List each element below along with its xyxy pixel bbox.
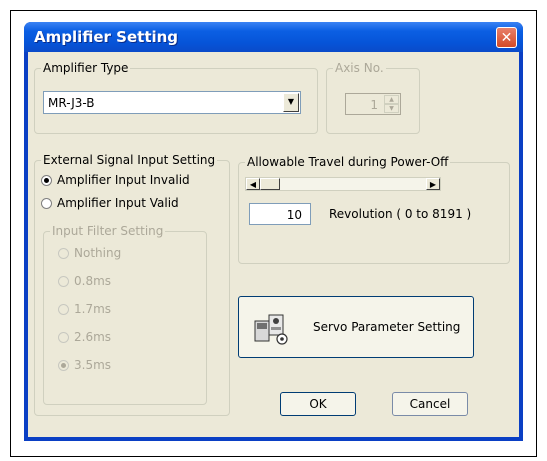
amplifier-type-value: MR-J3-B: [48, 96, 95, 110]
dropdown-button[interactable]: ▼: [283, 93, 299, 112]
dialog-client-area: Amplifier Type MR-J3-B ▼ Axis No. 1 ▲ ▼ …: [28, 52, 519, 437]
radio-amplifier-input-valid[interactable]: Amplifier Input Valid: [41, 196, 179, 210]
external-signal-group: External Signal Input Setting Amplifier …: [34, 153, 230, 416]
radio-label: Amplifier Input Valid: [57, 196, 179, 210]
input-filter-group: Input Filter Setting Nothing 0.8ms 1.7ms…: [43, 224, 207, 405]
radio-filter-1-7ms: 1.7ms: [58, 302, 111, 316]
travel-value-input[interactable]: 10: [249, 203, 311, 225]
servo-parameter-setting-button[interactable]: Servo Parameter Setting: [238, 296, 474, 358]
axis-no-label: Axis No.: [333, 61, 386, 75]
scroll-left-button[interactable]: ◀: [246, 178, 260, 190]
radio-label: 3.5ms: [74, 358, 112, 372]
chevron-left-icon: ◀: [249, 180, 257, 189]
radio-unselected-icon: [58, 275, 69, 287]
revolution-range-label: Revolution ( 0 to 8191 ): [329, 207, 472, 221]
travel-value: 10: [286, 208, 302, 222]
radio-unselected-icon: [58, 247, 69, 259]
radio-filter-3-5ms: 3.5ms: [58, 358, 111, 372]
spin-down-icon: ▼: [384, 104, 399, 113]
spin-up-icon: ▲: [384, 95, 399, 104]
scroll-right-button[interactable]: ▶: [426, 178, 440, 190]
radio-label: 1.7ms: [74, 302, 112, 316]
external-signal-label: External Signal Input Setting: [41, 153, 218, 167]
axis-no-value: 1: [370, 98, 378, 112]
close-button[interactable]: ✕: [496, 27, 517, 48]
allowable-travel-label: Allowable Travel during Power-Off: [245, 155, 451, 169]
radio-filter-nothing: Nothing: [58, 246, 121, 260]
radio-unselected-icon: [41, 197, 52, 209]
amplifier-type-combo[interactable]: MR-J3-B ▼: [43, 91, 301, 114]
chevron-down-icon: ▼: [287, 97, 295, 106]
radio-label: 0.8ms: [74, 274, 112, 288]
ok-button[interactable]: OK: [280, 392, 356, 416]
title-bar[interactable]: Amplifier Setting ✕: [24, 22, 523, 52]
radio-unselected-icon: [58, 331, 69, 343]
allowable-travel-group: Allowable Travel during Power-Off ◀ ▶ 10…: [238, 155, 510, 264]
scroll-thumb[interactable]: [260, 178, 280, 190]
radio-selected-icon: [41, 174, 52, 186]
radio-label: Nothing: [74, 246, 122, 260]
radio-label: 2.6ms: [74, 330, 112, 344]
chevron-right-icon: ▶: [429, 180, 437, 189]
radio-unselected-icon: [58, 303, 69, 315]
radio-selected-icon: [58, 359, 69, 371]
ok-button-label: OK: [309, 397, 327, 411]
axis-no-group: Axis No. 1 ▲ ▼: [326, 61, 420, 134]
radio-label: Amplifier Input Invalid: [57, 173, 190, 187]
radio-amplifier-input-invalid[interactable]: Amplifier Input Invalid: [41, 173, 190, 187]
close-icon: ✕: [500, 30, 513, 46]
amplifier-type-group: Amplifier Type MR-J3-B ▼: [34, 61, 318, 134]
servo-amplifier-icon: [254, 314, 288, 345]
axis-no-spinner: 1 ▲ ▼: [345, 93, 401, 115]
dialog-title: Amplifier Setting: [34, 28, 179, 46]
amplifier-type-label: Amplifier Type: [41, 61, 131, 75]
servo-button-label: Servo Parameter Setting: [313, 320, 461, 334]
amplifier-setting-dialog: Amplifier Setting ✕ Amplifier Type MR-J3…: [24, 22, 523, 441]
input-filter-label: Input Filter Setting: [50, 224, 166, 238]
spinner-buttons: ▲ ▼: [384, 95, 399, 113]
radio-filter-0-8ms: 0.8ms: [58, 274, 111, 288]
cancel-button[interactable]: Cancel: [392, 392, 468, 416]
travel-scrollbar[interactable]: ◀ ▶: [245, 177, 441, 191]
radio-filter-2-6ms: 2.6ms: [58, 330, 111, 344]
cancel-button-label: Cancel: [409, 397, 451, 411]
